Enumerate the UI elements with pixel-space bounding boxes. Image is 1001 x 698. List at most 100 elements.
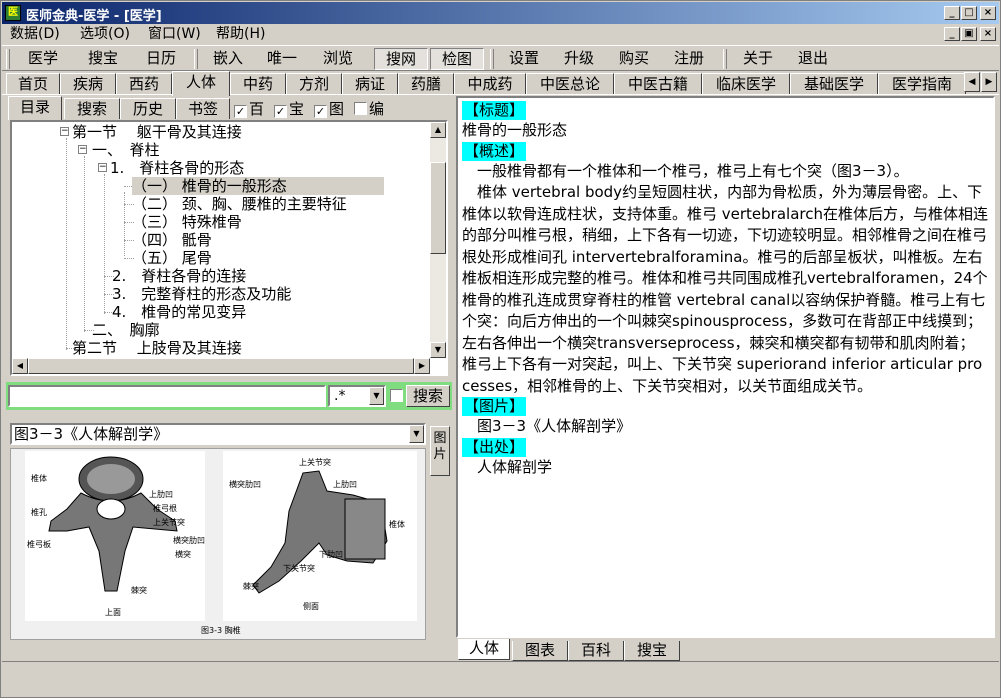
mdi-restore-icon[interactable]: ▣ — [961, 27, 977, 41]
scroll-down-icon[interactable]: ▼ — [430, 342, 446, 358]
image-reference-link[interactable]: 图3－3《人体解剖学》 — [462, 416, 989, 438]
minimize-icon[interactable]: _ — [944, 6, 960, 20]
checkbox-checked-icon[interactable]: ✓ — [274, 105, 287, 118]
checkbox-baike[interactable]: ✓ 百 — [234, 101, 264, 118]
subtab-search[interactable]: 搜索 — [64, 98, 120, 119]
toolbar-grip[interactable] — [723, 49, 727, 69]
tree-node-vertebra-general-shape[interactable]: （一） 椎骨的一般形态 — [132, 177, 384, 195]
tree-horizontal-scrollbar[interactable]: ◀ ▶ — [12, 358, 430, 374]
search-input[interactable] — [8, 385, 326, 407]
tree-node-coccyx[interactable]: （五） 尾骨 — [132, 249, 212, 267]
checkbox-tu[interactable]: ✓ 图 — [314, 101, 344, 118]
menu-data[interactable]: 数据(D) — [6, 25, 64, 43]
scroll-left-icon[interactable]: ◀ — [12, 358, 28, 374]
scroll-thumb[interactable] — [28, 358, 414, 374]
menu-window[interactable]: 窗口(W) — [144, 25, 205, 43]
tab-scroll-right-icon[interactable]: ▶ — [981, 72, 997, 92]
tree-vertical-scrollbar[interactable]: ▲ ▼ — [430, 122, 446, 358]
toolbar-grip[interactable] — [194, 49, 198, 69]
toolbar-about-button[interactable]: 关于 — [735, 48, 781, 70]
tree-node-spine[interactable]: 一、 脊柱 — [92, 141, 160, 159]
tree-collapse-icon[interactable]: − — [78, 145, 87, 154]
toolbar-register-button[interactable]: 注册 — [666, 48, 712, 70]
toolbar-exit-button[interactable]: 退出 — [790, 48, 836, 70]
tree-node-vertebra-variation[interactable]: 4. 椎骨的常见变异 — [112, 303, 246, 321]
tab-human-body[interactable]: 人体 — [172, 71, 230, 96]
tab-basic-medicine[interactable]: 基础医学 — [790, 73, 878, 95]
tree-node-sacrum[interactable]: （四） 骶骨 — [132, 231, 212, 249]
checkbox-checked-icon[interactable]: ✓ — [314, 105, 327, 118]
image-side-tab[interactable]: 图片 — [430, 426, 450, 476]
toolbar-image-search-button[interactable]: 检图 — [430, 48, 484, 70]
menu-options[interactable]: 选项(O) — [76, 25, 134, 43]
checkbox-checked-icon[interactable]: ✓ — [234, 105, 247, 118]
bottom-tab-encyclopedia[interactable]: 百科 — [568, 641, 624, 661]
tree-collapse-icon[interactable]: − — [98, 163, 107, 172]
tab-prescription[interactable]: 方剂 — [286, 73, 342, 95]
toolbar-browse-button[interactable]: 浏览 — [315, 48, 361, 70]
tab-medicated-diet[interactable]: 药膳 — [398, 73, 454, 95]
toolbar-web-search-button[interactable]: 搜网 — [374, 48, 428, 70]
checkbox-unchecked-icon[interactable] — [354, 102, 367, 115]
subtab-bookmark[interactable]: 书签 — [176, 98, 230, 119]
tab-scroll-left-icon[interactable]: ◀ — [964, 72, 980, 92]
tab-clinical-medicine[interactable]: 临床医学 — [702, 73, 790, 95]
scroll-thumb[interactable] — [430, 162, 446, 254]
close-icon[interactable]: × — [980, 6, 996, 20]
tab-tcm-overview[interactable]: 中医总论 — [526, 73, 614, 95]
toolbar-medicine-button[interactable]: 医学 — [20, 48, 66, 70]
mdi-minimize-icon[interactable]: _ — [944, 27, 960, 41]
search-button[interactable]: 搜索 — [406, 385, 450, 407]
maximize-icon[interactable]: □ — [961, 6, 977, 20]
toolbar-calendar-button[interactable]: 日历 — [138, 48, 184, 70]
label-side-view: 侧面 — [303, 602, 319, 611]
bottom-tab-search-treasure[interactable]: 搜宝 — [624, 641, 680, 661]
checkbox-bao[interactable]: ✓ 宝 — [274, 101, 304, 118]
tab-disease[interactable]: 疾病 — [60, 73, 116, 95]
article-content[interactable]: 【标题】 椎骨的一般形态 【概述】 一般椎骨都有一个椎体和一个椎弓，椎弓上有七个… — [456, 96, 995, 638]
tab-home[interactable]: 首页 — [6, 73, 60, 95]
search-option-checkbox[interactable] — [390, 389, 403, 402]
toolbar-upgrade-button[interactable]: 升级 — [556, 48, 602, 70]
tree-collapse-icon[interactable]: − — [60, 127, 69, 136]
vertebra-side-view-image — [252, 470, 388, 594]
scroll-right-icon[interactable]: ▶ — [414, 358, 430, 374]
contents-tree[interactable]: − − − 第一节 躯干骨及其连接 一、 脊柱 1. 脊柱各骨的形态 （一） 椎… — [10, 120, 448, 376]
tab-syndrome[interactable]: 病证 — [342, 73, 398, 95]
tree-node-spine-bones-shape[interactable]: 1. 脊柱各骨的形态 — [110, 159, 244, 177]
tree-node-spine-connection[interactable]: 2. 脊柱各骨的连接 — [112, 267, 246, 285]
title-bar[interactable]: 医 医师金典-医学 - [医学] _ □ × — [2, 2, 999, 24]
menu-help[interactable]: 帮助(H) — [212, 25, 269, 43]
bottom-tab-human-body[interactable]: 人体 — [458, 639, 510, 660]
tab-medical-guide[interactable]: 医学指南 — [878, 73, 966, 95]
toolbar-unique-button[interactable]: 唯一 — [259, 48, 305, 70]
tree-node-spine-function[interactable]: 3. 完整脊柱的形态及功能 — [112, 285, 291, 303]
chevron-down-icon[interactable]: ▼ — [409, 425, 424, 443]
tab-chinese-medicine[interactable]: 中药 — [230, 73, 286, 95]
tree-node-section-1[interactable]: 第一节 躯干骨及其连接 — [72, 123, 242, 141]
toolbar-grip[interactable] — [6, 49, 10, 69]
tab-patent-medicine[interactable]: 中成药 — [454, 73, 526, 95]
image-select[interactable]: 图3－3《人体解剖学》 ▼ — [10, 423, 426, 445]
tree-node-section-2[interactable]: 第二节 上肢骨及其连接 — [72, 339, 242, 357]
tree-node-special-vertebrae[interactable]: （三） 特殊椎骨 — [132, 213, 242, 231]
chevron-down-icon[interactable]: ▼ — [369, 387, 384, 405]
subtab-history[interactable]: 历史 — [120, 98, 176, 119]
app-icon[interactable]: 医 — [5, 5, 21, 21]
bottom-tab-charts[interactable]: 图表 — [512, 641, 568, 661]
mdi-close-icon[interactable]: × — [980, 27, 996, 41]
search-mode-select[interactable]: .* ▼ — [328, 385, 386, 407]
subtab-contents[interactable]: 目录 — [8, 96, 62, 120]
toolbar-search-treasure-button[interactable]: 搜宝 — [80, 48, 126, 70]
scroll-up-icon[interactable]: ▲ — [430, 122, 446, 138]
tab-tcm-classics[interactable]: 中医古籍 — [614, 73, 702, 95]
checkbox-bian[interactable]: 编 — [354, 101, 384, 117]
heading-image: 【图片】 — [462, 397, 527, 416]
tree-node-thorax[interactable]: 二、 胸廓 — [92, 321, 160, 339]
toolbar-embed-button[interactable]: 嵌入 — [205, 48, 251, 70]
toolbar-buy-button[interactable]: 购买 — [611, 48, 657, 70]
toolbar-grip[interactable] — [490, 49, 494, 69]
tree-node-cervical-thoracic-lumbar[interactable]: （二） 颈、胸、腰椎的主要特征 — [132, 195, 347, 213]
tab-western-medicine[interactable]: 西药 — [116, 73, 172, 95]
toolbar-settings-button[interactable]: 设置 — [501, 48, 547, 70]
